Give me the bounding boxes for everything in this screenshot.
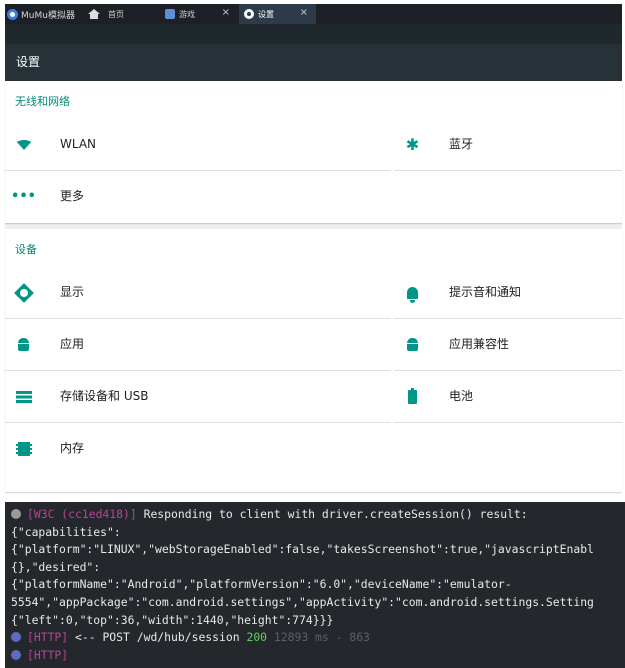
- android-status-bar: [5, 24, 622, 44]
- settings-list: 无线和网络 WLAN ✱ 蓝牙 ••• 更多 设备 显示 提示音和通知 应用 应…: [5, 81, 622, 492]
- settings-item-label: 提示音和通知: [449, 285, 522, 299]
- brightness-icon: [13, 282, 34, 303]
- emulator-app-name: MuMu模拟器: [21, 11, 75, 21]
- device-section: 设备 显示 提示音和通知 应用 应用兼容性 存储设备和 USB 电池 内存: [5, 229, 622, 492]
- gear-icon: [244, 9, 254, 19]
- divider: [394, 422, 622, 423]
- settings-item-label: 存储设备和 USB: [60, 389, 149, 403]
- log-tag: [HTTP]: [27, 647, 69, 662]
- log-tag: [HTTP]: [27, 630, 69, 645]
- tab-game[interactable]: 游戏 ×: [160, 4, 238, 24]
- settings-item-label: 应用兼容性: [449, 337, 510, 351]
- tab-settings-label: 设置: [258, 9, 274, 19]
- settings-item-label: WLAN: [60, 137, 97, 151]
- settings-item-more[interactable]: ••• 更多: [5, 171, 391, 222]
- settings-item-bluetooth[interactable]: ✱ 蓝牙: [394, 119, 622, 170]
- battery-icon: [404, 387, 421, 405]
- page-title: 设置: [16, 55, 41, 69]
- memory-icon: [15, 440, 32, 457]
- settings-item-label: 更多: [60, 189, 85, 203]
- settings-item-label: 内存: [60, 441, 85, 455]
- log-line: {},"desired":: [11, 559, 101, 574]
- settings-item-label: 应用: [60, 337, 85, 351]
- settings-item-display[interactable]: 显示: [5, 267, 391, 318]
- settings-item-label: 电池: [449, 389, 474, 403]
- tab-home-label: 首页: [108, 9, 124, 19]
- action-bar: 设置: [5, 44, 622, 81]
- emulator-tab-bar: MuMu模拟器 首页 游戏 × 设置 ×: [5, 4, 622, 24]
- log-line: {"platformName":"Android","platformVersi…: [11, 577, 512, 592]
- http-timing: 12893 ms - 863: [267, 630, 370, 645]
- settings-item-app-compatibility[interactable]: 应用兼容性: [394, 319, 622, 370]
- more-icon: •••: [11, 188, 36, 204]
- android-icon: [404, 336, 421, 353]
- info-bullet-icon: [11, 632, 21, 643]
- log-tag: [W3C (cc1ed418)]: [27, 507, 137, 521]
- info-bullet-icon: [11, 509, 21, 519]
- settings-item-battery[interactable]: 电池: [394, 371, 622, 422]
- settings-item-label: 蓝牙: [449, 137, 474, 151]
- close-tab-icon[interactable]: ×: [300, 7, 308, 18]
- settings-item-wlan[interactable]: WLAN: [5, 119, 391, 170]
- settings-item-label: 显示: [60, 285, 85, 299]
- console-log[interactable]: [W3C (cc1ed418)] Responding to client wi…: [5, 502, 625, 668]
- log-text: <-- POST /wd/hub/session: [68, 630, 247, 645]
- emulator-logo: MuMu模拟器: [7, 8, 75, 21]
- settings-item-sound[interactable]: 提示音和通知: [394, 267, 622, 318]
- log-line: {"platform":"LINUX","webStorageEnabled":…: [11, 542, 594, 557]
- mumu-logo-icon: [7, 9, 18, 20]
- settings-item-apps[interactable]: 应用: [5, 319, 391, 370]
- log-line: [W3C (cc1ed418)] Responding to client wi…: [11, 506, 625, 524]
- log-line: [HTTP]: [11, 647, 625, 665]
- settings-item-storage[interactable]: 存储设备和 USB: [5, 371, 391, 422]
- android-icon: [15, 336, 32, 353]
- storage-icon: [15, 388, 32, 405]
- close-tab-icon[interactable]: ×: [222, 7, 230, 18]
- wireless-section: 无线和网络 WLAN ✱ 蓝牙 ••• 更多: [5, 81, 622, 223]
- tab-game-label: 游戏: [179, 9, 195, 19]
- tab-settings[interactable]: 设置 ×: [239, 4, 316, 24]
- bell-icon: [404, 284, 421, 303]
- log-line: [HTTP] <-- POST /wd/hub/session 200 1289…: [11, 629, 625, 647]
- http-status: 200: [246, 630, 268, 645]
- log-text: Responding to client with driver.createS…: [136, 507, 528, 521]
- info-bullet-icon: [11, 649, 21, 660]
- home-icon: [88, 8, 100, 19]
- device-section-header: 设备: [15, 243, 37, 256]
- divider: [394, 170, 622, 171]
- bluetooth-icon: ✱: [405, 135, 420, 154]
- wireless-section-header: 无线和网络: [15, 95, 70, 108]
- log-line: {"left":0,"top":36,"width":1440,"height"…: [11, 612, 334, 627]
- settings-item-memory[interactable]: 内存: [5, 423, 391, 474]
- app-icon: [165, 9, 175, 19]
- wifi-icon: [14, 136, 33, 153]
- tab-home[interactable]: 首页: [83, 4, 129, 24]
- log-line: 5554","appPackage":"com.android.settings…: [11, 594, 594, 609]
- log-line: {"capabilities":: [11, 524, 121, 539]
